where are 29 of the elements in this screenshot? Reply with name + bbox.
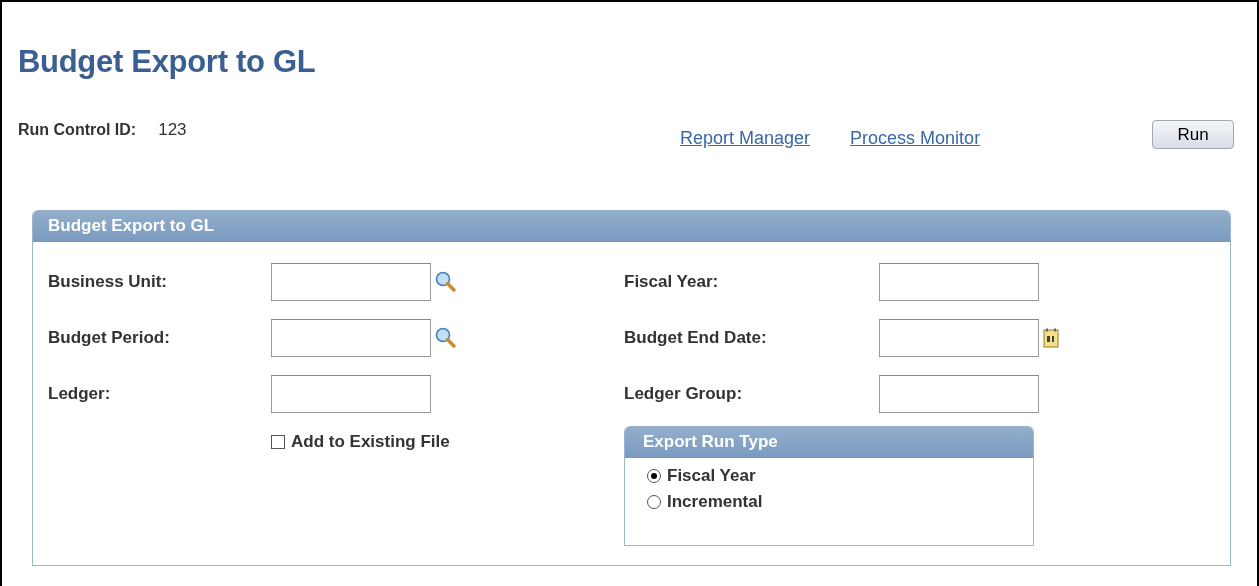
checkbox[interactable] [271,435,285,449]
radio-button[interactable] [647,469,661,483]
panel-header: Export Run Type [625,426,1033,458]
run-control-label: Run Control ID: [18,121,137,139]
search-icon[interactable] [435,327,457,349]
run-control-value: 123 [158,120,187,140]
radio-label: Fiscal Year [667,466,756,486]
field-label: Fiscal Year: [624,272,720,292]
search-icon[interactable] [435,271,457,293]
checkbox-label: Add to Existing File [291,432,450,452]
link[interactable]: Process Monitor [850,128,981,149]
group-header: Budget Export to GL [33,210,1230,242]
radio-label: Incremental [667,492,763,512]
page-title: Budget Export to GL [18,44,316,80]
input-field[interactable] [879,375,1039,413]
field-label: Budget End Date: [624,328,768,348]
field-label: Ledger Group: [624,384,744,404]
run-button[interactable]: Run [1152,120,1234,149]
input-field[interactable] [879,263,1039,301]
input-field[interactable] [271,319,431,357]
field-label: Business Unit: [48,272,169,292]
calendar-icon[interactable] [1043,328,1059,348]
radio-button[interactable] [647,495,661,509]
link[interactable]: Report Manager [680,128,811,149]
field-label: Budget Period: [48,328,171,348]
field-label: Ledger: [48,384,112,404]
input-field[interactable] [271,263,431,301]
input-field[interactable] [271,375,431,413]
input-field[interactable] [879,319,1039,357]
